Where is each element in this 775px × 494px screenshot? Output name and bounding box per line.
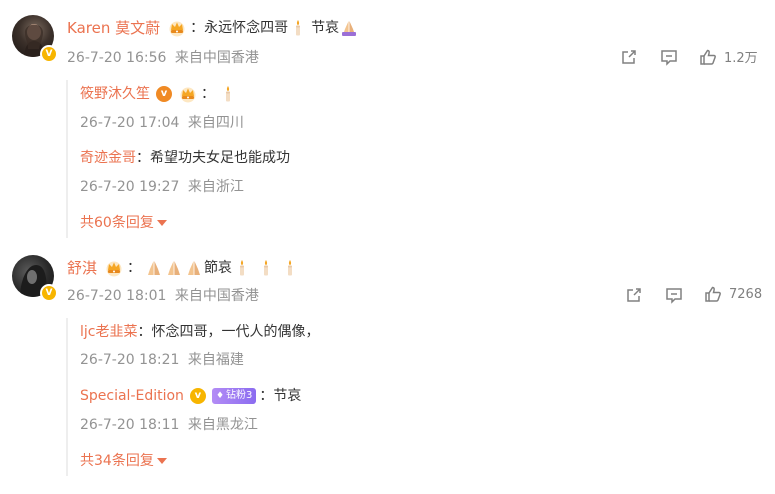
reply-separator: ： [201, 86, 215, 102]
comment-text: 节哀 [311, 20, 340, 36]
fan-level-badge: ♦ 钻粉3 [211, 388, 257, 404]
comment-username[interactable]: Karen 莫文蔚 [67, 17, 160, 39]
comment-username[interactable]: 舒淇 [67, 257, 97, 279]
reply-separator: ： [259, 388, 274, 404]
verified-badge-icon: V [40, 284, 58, 302]
reply-time: 26-7-20 18:11 [80, 417, 180, 433]
chevron-down-icon [156, 220, 167, 226]
candle-emoji [219, 85, 237, 103]
pray-emoji [185, 259, 203, 277]
diamond-icon: ♦ [215, 391, 225, 401]
pray-emoji [145, 259, 163, 277]
reply-username[interactable]: ljc老韭菜 [80, 321, 137, 343]
comment-location: 来自中国香港 [174, 50, 259, 66]
comment-time: 26-7-20 16:56 [67, 50, 167, 66]
more-replies-link[interactable]: 共60条回复 [80, 213, 167, 233]
reply-text: 怀念四哥，一代人的偶像， [151, 324, 320, 340]
reply-text: 节哀 [273, 388, 302, 404]
reply-text: 希望功夫女足也能成功 [150, 150, 290, 166]
comment-separator: ： [127, 260, 142, 276]
reply-separator: ： [136, 150, 150, 166]
reply-time: 26-7-20 19:27 [80, 179, 180, 195]
comment-time: 26-7-20 18:01 [67, 288, 167, 304]
comment-separator: ： [190, 20, 205, 36]
chevron-down-icon [156, 458, 167, 464]
reply-time: 26-7-20 17:04 [80, 115, 180, 131]
reply-location: 来自黑龙江 [187, 417, 258, 433]
crown-fan-icon [178, 85, 198, 103]
crown-fan-icon [104, 259, 124, 277]
share-icon[interactable] [625, 286, 643, 304]
reply-username[interactable]: 奇迹金哥 [80, 147, 136, 169]
thumbs-up-icon[interactable] [699, 48, 717, 66]
share-icon[interactable] [620, 48, 638, 66]
pray-emoji [340, 19, 358, 37]
comment-text: 節哀 [204, 260, 233, 276]
candle-emoji [281, 259, 299, 277]
comment-location: 来自中国香港 [174, 288, 259, 304]
reply-separator: ： [137, 324, 152, 340]
verified-badge-icon: v [156, 86, 172, 102]
candle-emoji [257, 259, 275, 277]
reply-username[interactable]: Special-Edition [80, 385, 184, 407]
comment-text: 永远怀念四哥 [204, 20, 289, 36]
reply-time: 26-7-20 18:21 [80, 352, 180, 368]
reply-location: 来自福建 [187, 352, 244, 368]
candle-emoji [289, 19, 307, 37]
like-count: 7268 [729, 286, 763, 302]
pray-emoji [165, 259, 183, 277]
comment-icon[interactable] [665, 286, 683, 304]
crown-fan-icon [167, 19, 187, 37]
candle-emoji [233, 259, 251, 277]
like-count: 1.2万 [724, 51, 758, 66]
verified-badge-icon: v [189, 388, 206, 404]
reply-location: 来自四川 [187, 115, 244, 131]
reply-location: 来自浙江 [187, 179, 244, 195]
reply-username[interactable]: 筱野沐久笙 [80, 83, 150, 105]
more-replies-link[interactable]: 共34条回复 [80, 451, 167, 471]
verified-badge-icon: V [40, 45, 58, 63]
comment-icon[interactable] [660, 48, 678, 66]
thumbs-up-icon[interactable] [704, 285, 722, 303]
